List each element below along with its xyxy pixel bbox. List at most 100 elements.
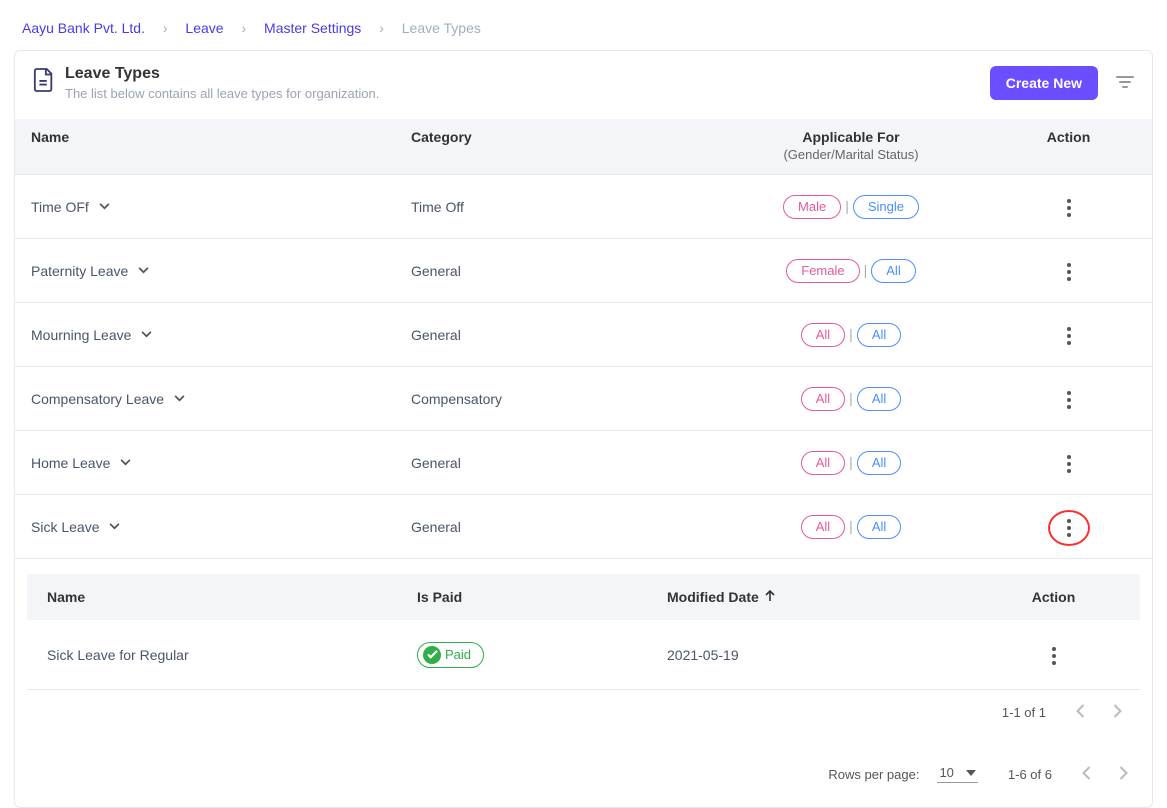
row-actions-menu[interactable] [1061,321,1077,351]
row-name-label: Paternity Leave [31,263,128,279]
pagination-range: 1-6 of 6 [1008,767,1052,782]
row-actions-menu[interactable] [1061,257,1077,287]
row-applicable: Male|Single [701,195,1001,219]
pagination-prev[interactable] [1082,766,1091,783]
gender-pill: All [801,323,845,347]
row-name-expand[interactable]: Sick Leave [31,519,411,535]
row-applicable: All|All [701,451,1001,475]
sub-row-modified: 2021-05-19 [667,647,987,663]
gender-pill: All [801,451,845,475]
row-category: General [411,327,701,343]
row-applicable: Female |All [701,259,1001,283]
th-sub-name: Name [47,589,417,605]
sort-asc-icon [765,589,775,605]
sub-row-action [987,638,1120,671]
row-applicable: All|All [701,387,1001,411]
table-header: Name Category Applicable For (Gender/Mar… [15,119,1152,175]
row-name-expand[interactable]: Mourning Leave [31,327,411,343]
row-name-expand[interactable]: Paternity Leave [31,263,411,279]
breadcrumb-link[interactable]: Master Settings [264,20,361,36]
breadcrumb-link[interactable]: Leave [185,20,223,36]
table-row: Compensatory LeaveCompensatoryAll|All [15,367,1152,431]
row-name-label: Sick Leave [31,519,99,535]
row-name-label: Mourning Leave [31,327,131,343]
leave-types-card: Leave Types The list below contains all … [14,50,1153,808]
gender-pill: Female [786,259,859,283]
row-category: General [411,263,701,279]
sub-pagination-prev[interactable] [1076,704,1085,721]
pill-separator: | [864,262,868,278]
page-subtitle: The list below contains all leave types … [65,86,379,101]
row-applicable: All|All [701,515,1001,539]
th-action: Action [1001,129,1136,162]
row-actions-menu[interactable] [1061,449,1077,479]
sub-row-name: Sick Leave for Regular [47,647,417,663]
main-pagination: Rows per page: 10 1-6 of 6 [15,745,1152,807]
marital-pill: Single [853,195,919,219]
card-header: Leave Types The list below contains all … [15,51,1152,119]
row-name-label: Home Leave [31,455,110,471]
chevron-right-icon: › [241,20,246,36]
row-name-expand[interactable]: Compensatory Leave [31,391,411,407]
marital-pill: All [871,259,915,283]
row-name-expand[interactable]: Time OFf [31,199,411,215]
pill-separator: | [849,518,853,534]
th-name: Name [31,129,411,162]
row-action [1001,190,1136,223]
marital-pill: All [857,323,901,347]
row-applicable: All|All [701,323,1001,347]
sub-pagination-next[interactable] [1113,704,1122,721]
sub-table-header: NameIs PaidModified Date Action [27,574,1140,620]
sub-panel: NameIs PaidModified Date ActionSick Leav… [15,559,1152,745]
check-circle-icon [423,646,441,664]
rows-per-page-select[interactable]: 10 [937,765,977,783]
breadcrumb-link[interactable]: Aayu Bank Pvt. Ltd. [22,20,145,36]
table-row: Home Leave GeneralAll|All [15,431,1152,495]
gender-pill: All [801,387,845,411]
row-action [1001,318,1136,351]
table-row: Paternity Leave General Female |All [15,239,1152,303]
chevron-down-icon [99,203,110,210]
paid-badge: Paid [417,642,484,668]
pill-separator: | [849,326,853,342]
table-row: Sick LeaveGeneralAll|All [15,495,1152,559]
th-sub-modified[interactable]: Modified Date [667,589,987,605]
sub-table-row: Sick Leave for RegularPaid 2021-05-19 [27,620,1140,690]
gender-pill: All [801,515,845,539]
marital-pill: All [857,387,901,411]
chevron-right-icon: › [163,20,168,36]
filter-icon[interactable] [1116,75,1134,92]
document-icon [33,65,55,96]
leave-types-table: Name Category Applicable For (Gender/Mar… [15,119,1152,745]
sub-row-is-paid: Paid [417,642,667,668]
row-action [1001,254,1136,287]
row-category: Compensatory [411,391,701,407]
sub-pagination-range: 1-1 of 1 [1002,705,1046,720]
marital-pill: All [857,515,901,539]
row-actions-menu[interactable] [1061,513,1077,543]
pill-separator: | [849,454,853,470]
chevron-down-icon [138,267,149,274]
row-actions-menu[interactable] [1061,193,1077,223]
sub-row-actions-menu[interactable] [1046,641,1062,671]
table-row: Mourning LeaveGeneralAll|All [15,303,1152,367]
chevron-down-icon [141,331,152,338]
th-sub-action: Action [987,589,1120,605]
row-category: General [411,455,701,471]
pill-separator: | [845,198,849,214]
table-row: Time OFfTime OffMale|Single [15,175,1152,239]
rows-per-page-label: Rows per page: [828,767,919,782]
row-category: General [411,519,701,535]
pill-separator: | [849,390,853,406]
page-title: Leave Types [65,65,379,83]
pagination-next[interactable] [1119,766,1128,783]
row-name-label: Compensatory Leave [31,391,164,407]
row-action [1001,382,1136,415]
gender-pill: Male [783,195,841,219]
row-actions-menu[interactable] [1061,385,1077,415]
row-name-expand[interactable]: Home Leave [31,455,411,471]
chevron-down-icon [120,459,131,466]
row-name-label: Time OFf [31,199,89,215]
th-sub-is-paid: Is Paid [417,589,667,605]
create-new-button[interactable]: Create New [990,66,1098,100]
